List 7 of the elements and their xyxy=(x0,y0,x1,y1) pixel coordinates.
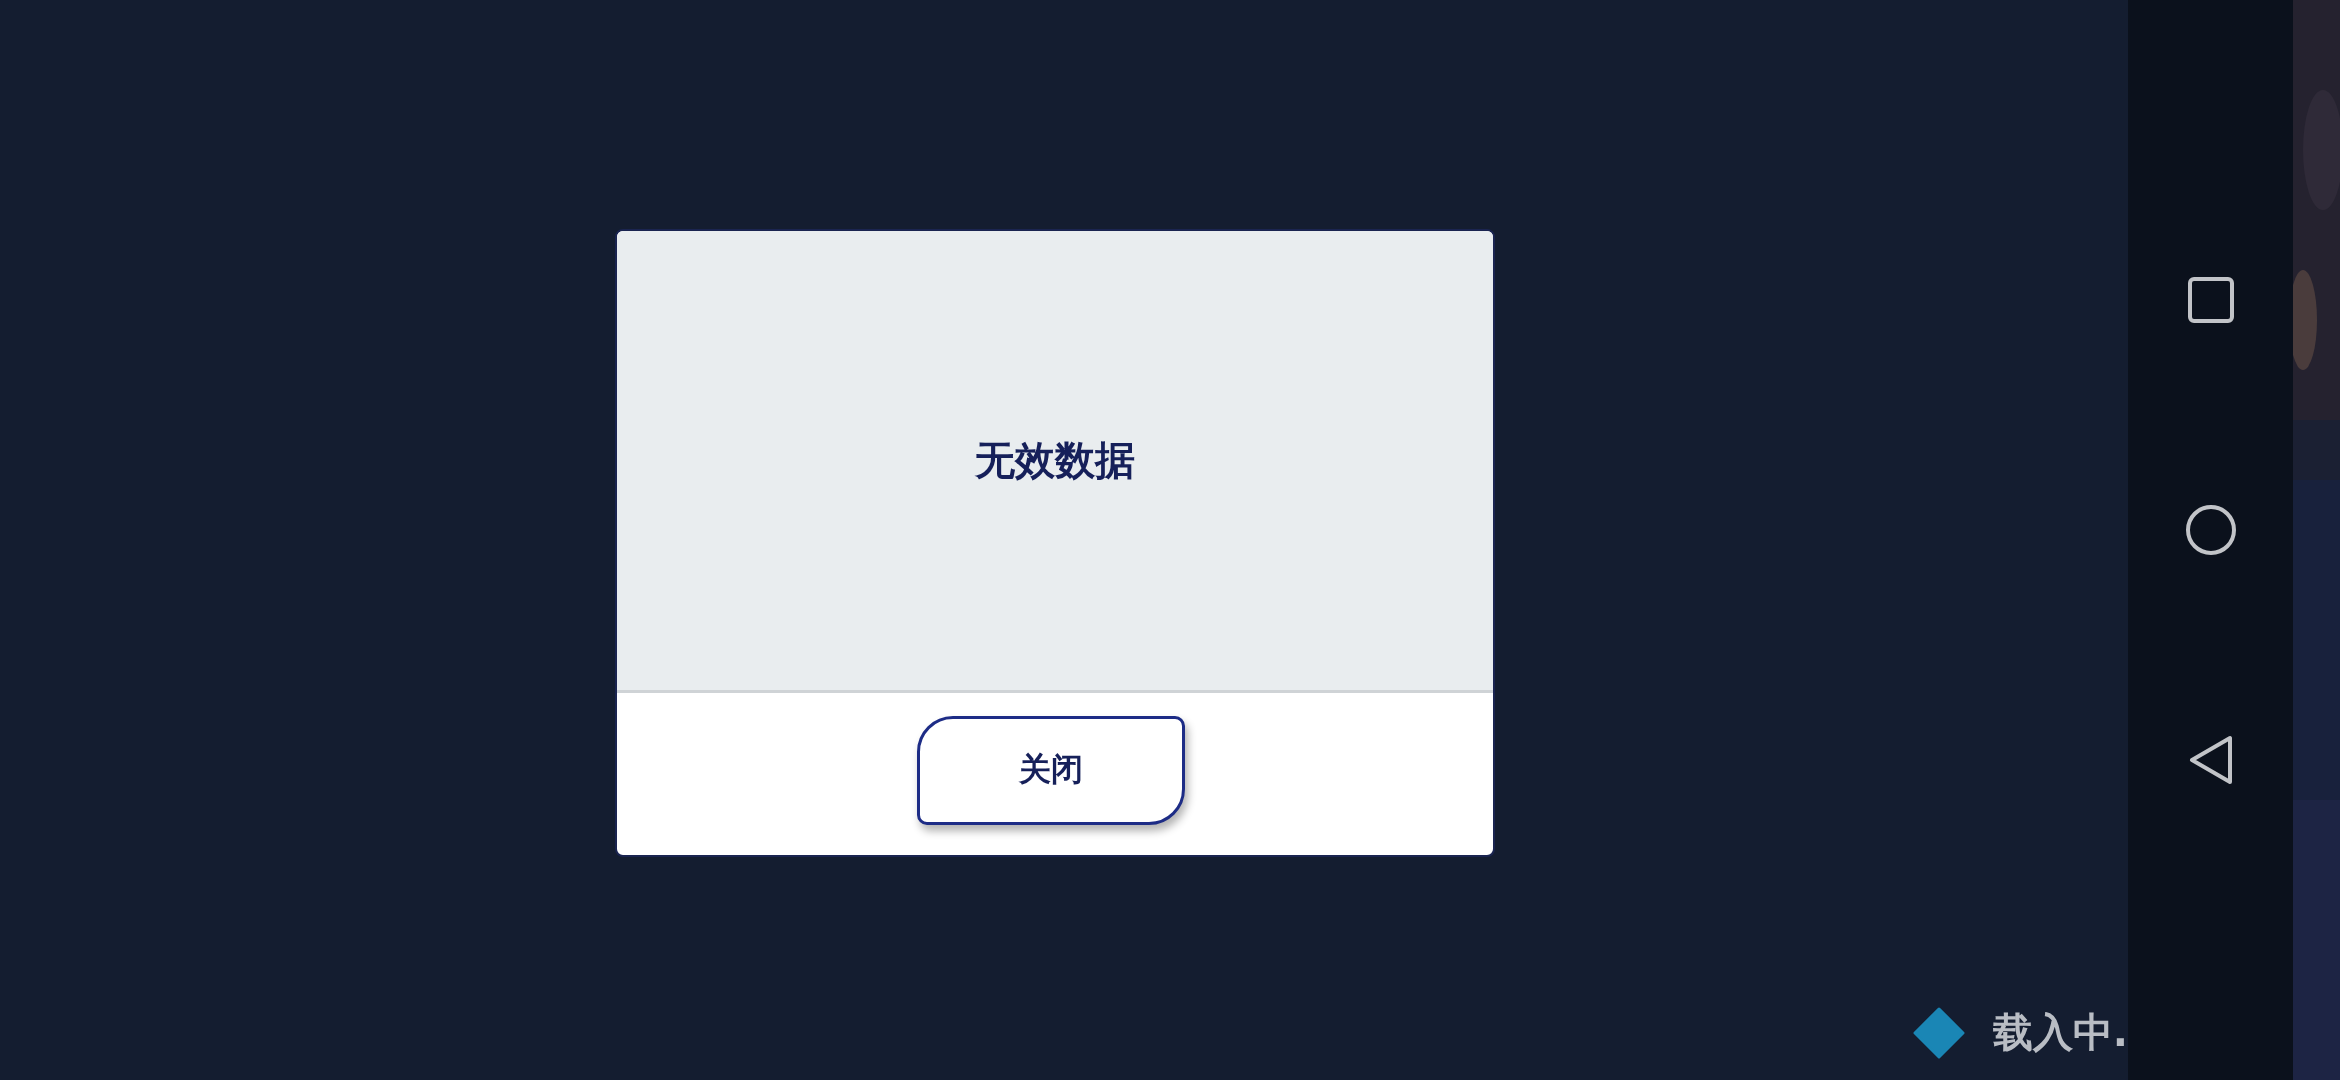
dialog-message: 无效数据 xyxy=(975,436,1135,485)
back-icon xyxy=(2187,734,2234,786)
loading-text: 载入中. xyxy=(1992,1008,2128,1057)
circle-icon xyxy=(2184,504,2237,556)
diamond-icon xyxy=(1912,1006,1965,1059)
square-icon xyxy=(2187,277,2234,323)
close-button[interactable]: 关闭 xyxy=(917,715,1185,825)
